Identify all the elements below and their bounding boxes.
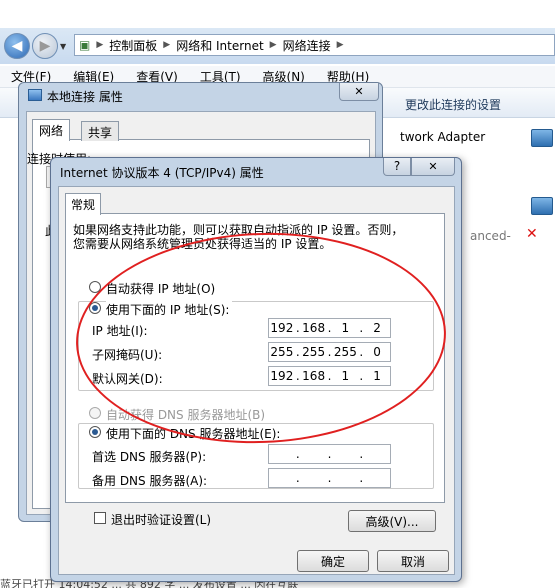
octet-dot: . — [359, 471, 364, 485]
close-button[interactable]: ✕ — [411, 158, 455, 176]
auto-dns-radio[interactable] — [89, 407, 101, 419]
arrow-left-icon: ◀ — [11, 38, 23, 54]
breadcrumb-separator-icon: ▶ — [163, 40, 171, 50]
close-icon: ✕ — [428, 160, 438, 173]
chevron-down-icon: ▼ — [60, 42, 67, 51]
network-adapter-icon[interactable] — [531, 129, 553, 147]
validate-label[interactable]: 退出时验证设置(L) — [111, 511, 211, 528]
recent-pages-dropdown[interactable]: ▼ — [60, 42, 66, 51]
preferred-dns-input[interactable]: . . . — [268, 444, 391, 464]
breadcrumb-separator-icon: ▶ — [96, 40, 104, 50]
breadcrumb-item[interactable]: 网络和 Internet — [172, 37, 267, 54]
change-settings-command[interactable]: 更改此连接的设置 — [405, 96, 501, 113]
manual-dns-radio[interactable] — [89, 426, 101, 438]
tab-network[interactable]: 网络 — [32, 119, 71, 141]
tab-general[interactable]: 常规 — [65, 193, 102, 215]
control-panel-folder-icon: ▣ — [79, 38, 91, 52]
breadcrumb-separator-icon: ▶ — [269, 40, 277, 50]
validate-checkbox[interactable] — [94, 512, 106, 524]
octet-dot: . — [359, 447, 364, 461]
forward-button[interactable]: ▶ — [32, 33, 58, 59]
arrow-right-icon: ▶ — [39, 38, 51, 54]
octet-dot: . — [295, 471, 300, 485]
disconnected-x-icon: ✕ — [526, 226, 538, 242]
dialog-title: 本地连接 属性 — [47, 90, 123, 104]
octet-dot: . — [327, 471, 332, 485]
network-connection-icon — [28, 89, 42, 101]
close-button[interactable]: ✕ — [339, 83, 379, 101]
breadcrumb-separator-icon: ▶ — [336, 40, 344, 50]
ok-button[interactable]: 确定 — [297, 550, 369, 572]
adapter-name-text: twork Adapter — [400, 130, 486, 144]
cancel-button[interactable]: 取消 — [377, 550, 449, 572]
help-button[interactable]: ? — [383, 158, 411, 176]
alternate-dns-label: 备用 DNS 服务器(A): — [92, 474, 208, 488]
close-icon: ✕ — [354, 85, 364, 98]
adapter-name-text-2: anced- — [470, 229, 511, 243]
advanced-button[interactable]: 高级(V)... — [348, 510, 436, 532]
address-bar[interactable]: ▣ ▶ 控制面板 ▶ 网络和 Internet ▶ 网络连接 ▶ — [74, 34, 555, 56]
breadcrumb-item[interactable]: 控制面板 — [105, 37, 161, 54]
octet-dot: . — [295, 447, 300, 461]
tab-share[interactable]: 共享 — [81, 121, 120, 141]
alternate-dns-input[interactable]: . . . — [268, 468, 391, 488]
help-icon: ? — [393, 159, 401, 173]
network-adapter-icon[interactable] — [531, 197, 553, 215]
dialog-title: Internet 协议版本 4 (TCP/IPv4) 属性 — [60, 166, 264, 180]
back-button[interactable]: ◀ — [4, 33, 30, 59]
preferred-dns-label: 首选 DNS 服务器(P): — [92, 450, 207, 464]
breadcrumb-item[interactable]: 网络连接 — [279, 37, 335, 54]
octet-dot: . — [327, 447, 332, 461]
